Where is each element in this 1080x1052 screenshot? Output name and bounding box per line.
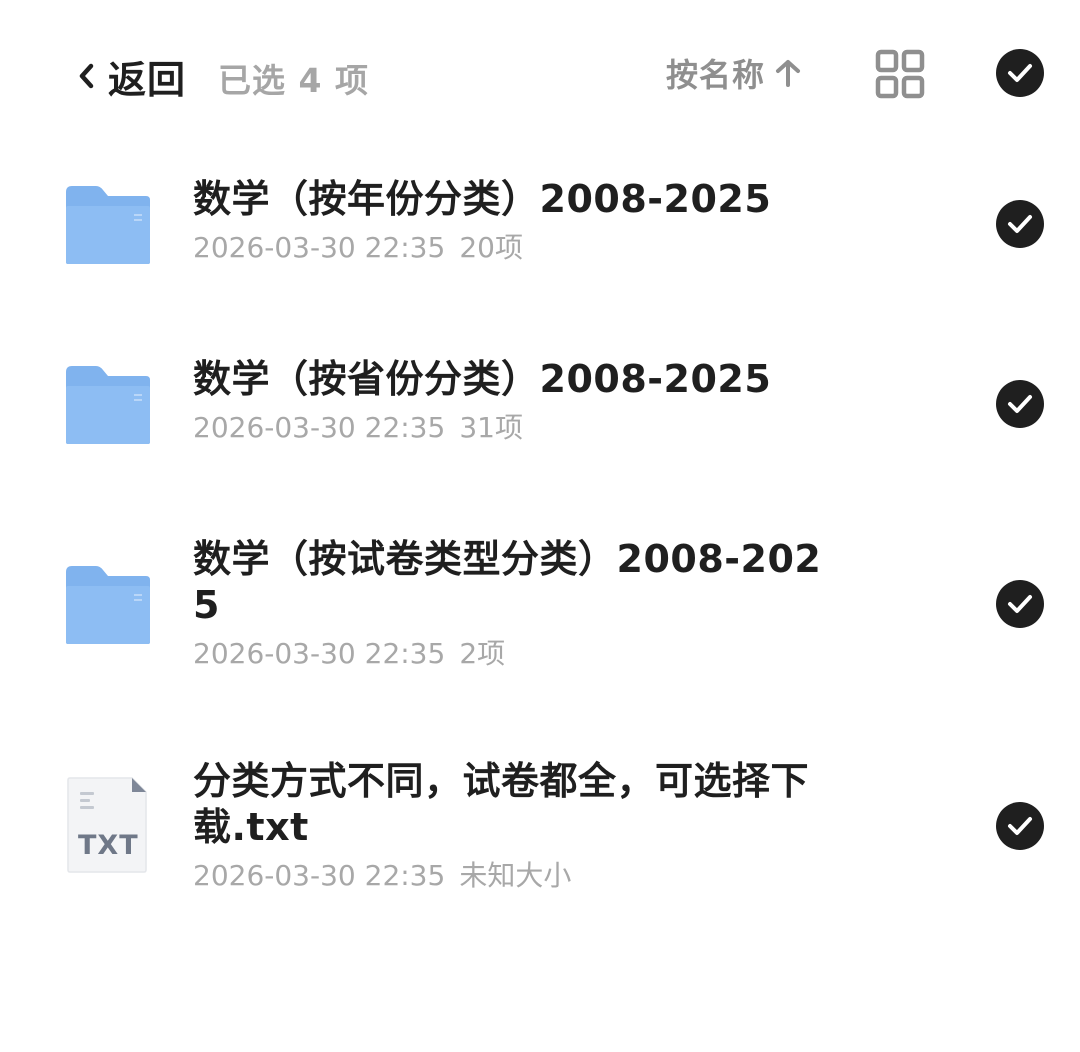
- file-row[interactable]: 数学（按年份分类）2008-2025 2026-03-30 22:35 20项: [0, 170, 1080, 300]
- file-name: 数学（按省份分类）2008-2025: [193, 357, 772, 401]
- file-meta: 2026-03-30 22:35 20项: [193, 230, 823, 266]
- file-meta: 2026-03-30 22:35 31项: [193, 410, 823, 446]
- file-meta: 2026-03-30 22:35 2项: [193, 636, 823, 672]
- file-row[interactable]: 数学（按省份分类）2008-2025 2026-03-30 22:35 31项: [0, 350, 1080, 480]
- file-meta: 2026-03-30 22:35 未知大小: [193, 858, 823, 894]
- folder-icon: [64, 364, 152, 446]
- sort-label: 按名称: [666, 56, 766, 94]
- folder-icon: [64, 184, 152, 266]
- folder-icon: [64, 564, 152, 646]
- arrow-up-icon: [773, 56, 803, 90]
- file-date: 2026-03-30 22:35: [193, 411, 446, 444]
- file-size: 未知大小: [459, 859, 572, 892]
- top-bar: 返回 已选 4 项 按名称: [0, 0, 1080, 150]
- file-size: 2项: [459, 637, 506, 670]
- row-check-icon[interactable]: [996, 802, 1044, 850]
- txt-icon-label: TXT: [78, 830, 139, 861]
- file-row[interactable]: 数学（按试卷类型分类）2008-2025 2026-03-30 22:35 2项: [0, 530, 1080, 680]
- row-check-icon[interactable]: [996, 200, 1044, 248]
- file-name: 分类方式不同，试卷都全，可选择下载.txt: [193, 759, 810, 849]
- file-date: 2026-03-30 22:35: [193, 859, 446, 892]
- file-name: 数学（按年份分类）2008-2025: [193, 177, 772, 221]
- row-check-icon[interactable]: [996, 580, 1044, 628]
- row-check-icon[interactable]: [996, 380, 1044, 428]
- file-name: 数学（按试卷类型分类）2008-2025: [193, 537, 822, 627]
- file-date: 2026-03-30 22:35: [193, 231, 446, 264]
- file-size: 20项: [459, 231, 523, 264]
- txt-file-icon: TXT: [66, 776, 148, 874]
- selected-count: 已选 4 项: [218, 61, 369, 100]
- select-all-check-icon[interactable]: [996, 49, 1044, 97]
- file-row[interactable]: TXT 分类方式不同，试卷都全，可选择下载.txt 2026-03-30 22:…: [0, 752, 1080, 902]
- grid-view-icon[interactable]: [874, 48, 926, 100]
- chevron-left-icon: [72, 56, 100, 96]
- file-size: 31项: [459, 411, 523, 444]
- sort-button[interactable]: 按名称: [666, 50, 803, 96]
- back-label: 返回: [108, 57, 187, 102]
- back-button[interactable]: 返回: [72, 50, 186, 102]
- file-date: 2026-03-30 22:35: [193, 637, 446, 670]
